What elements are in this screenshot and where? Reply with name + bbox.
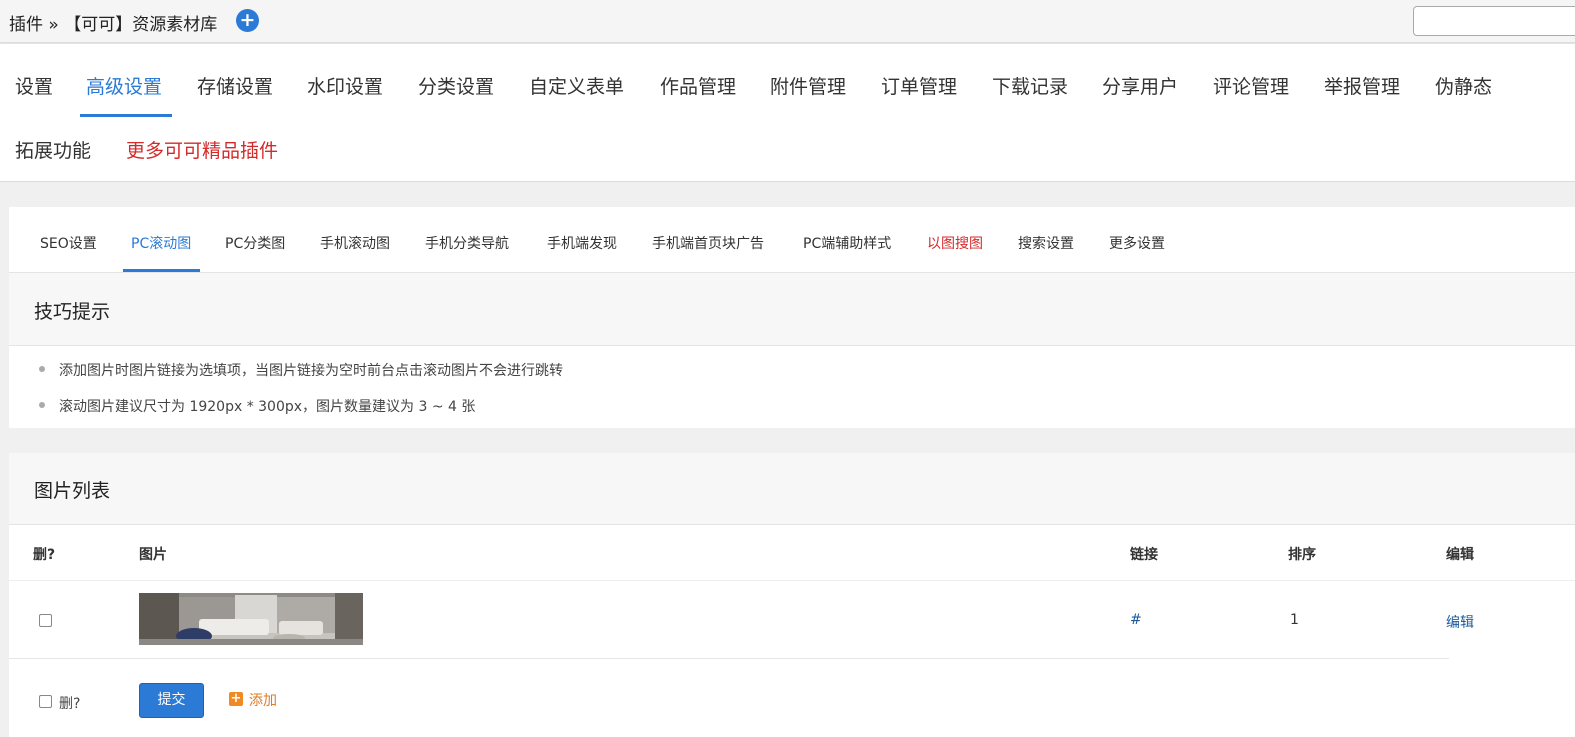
sub-tab[interactable]: 搜索设置 [1018,233,1074,253]
sub-tab[interactable]: 手机端首页块广告 [652,233,764,253]
main-nav-item[interactable]: 作品管理 [660,72,736,99]
main-nav-item[interactable]: 分享用户 [1102,72,1178,99]
main-nav-item[interactable]: 设置 [15,72,53,99]
sub-tab-active[interactable]: PC滚动图 [131,233,191,253]
tips-body: 添加图片时图片链接为选填项，当图片链接为空时前台点击滚动图片不会进行跳转 滚动图… [9,346,1575,428]
main-nav-item[interactable]: 下载记录 [992,72,1068,99]
sub-tab[interactable]: 更多设置 [1109,233,1165,253]
main-nav-item[interactable]: 订单管理 [881,72,957,99]
plus-square-icon: + [229,691,243,706]
sub-tab[interactable]: 手机滚动图 [320,233,390,253]
column-header-order: 排序 [1288,547,1316,563]
header-divider [9,580,1575,581]
sub-tab-image-search[interactable]: 以图搜图 [927,233,983,253]
column-header-delete: 删? [33,547,56,563]
top-header: 插件 » 【可可】资源素材库 + [0,0,1575,43]
main-nav-item[interactable]: 水印设置 [307,72,383,99]
main-nav-item-active[interactable]: 高级设置 [86,72,162,99]
row-edit-link[interactable]: 编辑 [1446,612,1474,632]
row-order: 1 [1290,612,1299,628]
tips-title: 技巧提示 [34,301,111,323]
delete-label: 删? [59,696,81,712]
main-nav-item[interactable]: 拓展功能 [15,136,91,163]
main-nav-item[interactable]: 自定义表单 [529,72,624,99]
bullet-icon [39,366,45,372]
tip-text: 添加图片时图片链接为选填项，当图片链接为空时前台点击滚动图片不会进行跳转 [59,363,563,379]
image-list-title: 图片列表 [34,480,111,502]
submit-button[interactable]: 提交 [139,683,204,718]
tip-text: 滚动图片建议尺寸为 1920px * 300px，图片数量建议为 3 ~ 4 张 [59,399,476,415]
column-header-link: 链接 [1130,547,1158,563]
row-divider [9,658,1449,659]
main-nav-item[interactable]: 评论管理 [1213,72,1289,99]
main-nav-item[interactable]: 伪静态 [1435,72,1492,99]
sub-tabs: SEO设置 PC滚动图 PC分类图 手机滚动图 手机分类导航 手机端发现 手机端… [9,207,1575,273]
sub-tab[interactable]: PC端辅助样式 [803,233,891,253]
add-label: 添加 [249,693,277,709]
active-tab-underline [80,114,172,117]
add-image-button[interactable]: + 添加 [229,690,277,710]
main-nav-item[interactable]: 举报管理 [1324,72,1400,99]
main-nav-item[interactable]: 附件管理 [770,72,846,99]
tip-item: 添加图片时图片链接为选填项，当图片链接为空时前台点击滚动图片不会进行跳转 [39,360,563,380]
sub-tab[interactable]: 手机分类导航 [425,233,509,253]
select-all-delete-checkbox[interactable] [39,695,52,708]
main-nav-item[interactable]: 存储设置 [197,72,273,99]
living-room-image [139,593,363,645]
row-delete-checkbox[interactable] [39,614,52,627]
image-list-header: 图片列表 [9,453,1575,525]
bullet-icon [39,402,45,408]
main-nav: 设置 高级设置 存储设置 水印设置 分类设置 自定义表单 作品管理 附件管理 订… [0,44,1575,182]
main-nav-item[interactable]: 分类设置 [418,72,494,99]
tip-item: 滚动图片建议尺寸为 1920px * 300px，图片数量建议为 3 ~ 4 张 [39,396,475,416]
sub-tab[interactable]: 手机端发现 [547,233,617,253]
plus-circle-icon[interactable]: + [236,9,259,32]
image-list-table: 删? 图片 链接 排序 编辑 # 1 编辑 删? 提交 + 添加 [9,525,1575,737]
breadcrumb: 插件 » 【可可】资源素材库 [9,15,218,35]
tips-header: 技巧提示 [9,273,1575,346]
sub-tab[interactable]: PC分类图 [225,233,285,253]
slide-thumbnail [139,593,363,645]
row-link[interactable]: # [1130,612,1142,628]
column-header-edit: 编辑 [1446,547,1474,563]
column-header-image: 图片 [139,547,167,563]
top-search-input[interactable] [1413,6,1575,36]
more-plugins-link[interactable]: 更多可可精品插件 [126,136,278,163]
sub-tab-underline [123,269,200,272]
sub-tab[interactable]: SEO设置 [40,233,97,253]
